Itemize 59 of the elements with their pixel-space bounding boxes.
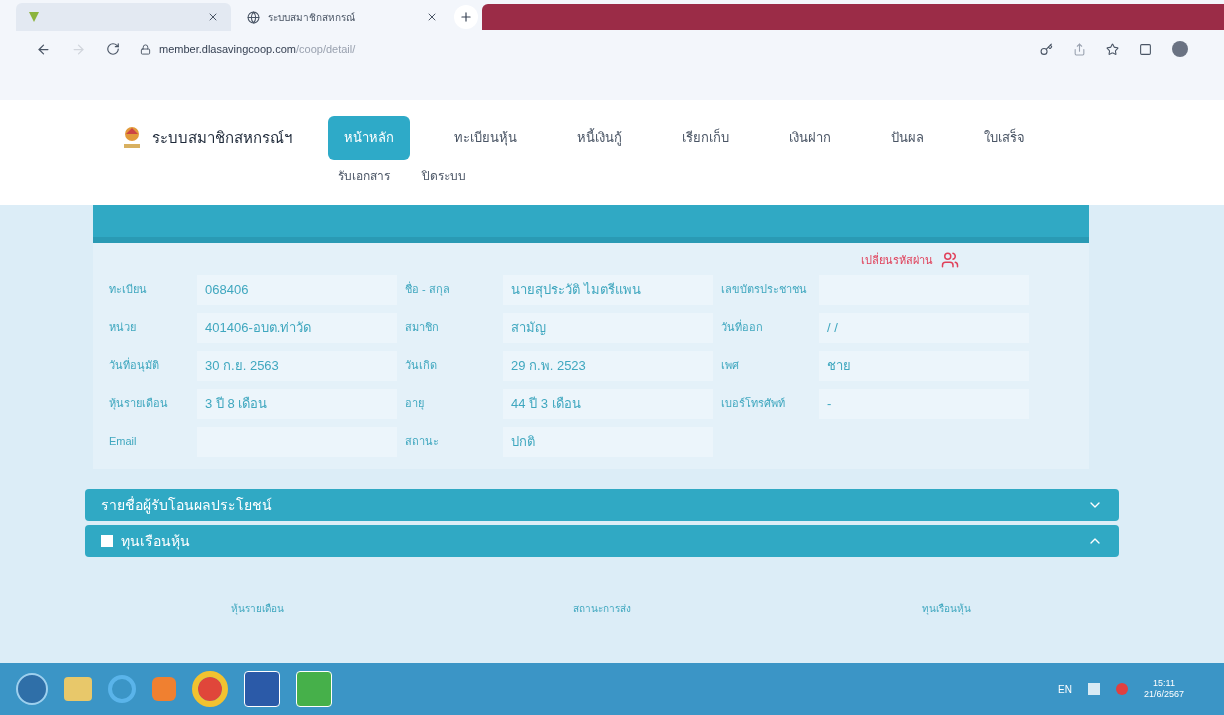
share-icon[interactable]	[1073, 42, 1086, 56]
clock-date: 21/6/2567	[1143, 689, 1184, 701]
field-label: ชื่อ - สกุล	[405, 283, 451, 297]
field-value: 3 ปี 8 เดือน	[197, 389, 397, 419]
field-label: สมาชิก	[405, 321, 440, 335]
field-value: 068406	[197, 275, 397, 305]
column-header: หุ้นรายเดือน	[229, 602, 285, 616]
nav-link[interactable]: หนี้เงินกู้	[561, 116, 638, 160]
field-label: หุ้นรายเดือน	[109, 397, 169, 411]
site-title: ระบบสมาชิกสหกรณ์ฯ	[152, 127, 292, 148]
reload-icon[interactable]	[106, 42, 120, 56]
field-value: 401406-อบต.ท่าวัด	[197, 313, 397, 343]
field-label: หน่วย	[109, 321, 137, 335]
field-value: / /	[819, 313, 1029, 343]
address-bar[interactable]: member.dlasavingcoop.com/coop/detail/	[140, 40, 356, 58]
close-icon[interactable]	[207, 11, 219, 23]
field-value: ปกติ	[503, 427, 713, 457]
field-value: 29 ก.พ. 2523	[503, 351, 713, 381]
back-icon[interactable]	[36, 41, 51, 57]
nav-link[interactable]: ทะเบียนหุ้น	[438, 116, 533, 160]
field-value: สามัญ	[503, 313, 713, 343]
nav-link[interactable]: ใบเสร็จ	[968, 116, 1041, 160]
field-value: ชาย	[819, 351, 1029, 381]
field-label: อายุ	[405, 397, 425, 411]
nav-link[interactable]: ปันผล	[875, 116, 940, 160]
tab-title: ระบบสมาชิกสหกรณ์	[268, 10, 355, 25]
triangle-icon	[28, 11, 40, 23]
column-header: ทุนเรือนหุ้น	[921, 602, 973, 616]
browser-tab[interactable]: ระบบสมาชิกสหกรณ์	[235, 3, 450, 31]
clock-time: 15:11	[1153, 677, 1175, 689]
change-password-link[interactable]: เปลี่ยนรหัสผ่าน	[861, 251, 933, 269]
field-label: เพศ	[721, 359, 740, 373]
start-button[interactable]	[16, 673, 48, 705]
profile-avatar[interactable]	[1172, 41, 1188, 57]
column-header: สถานะการส่ง	[572, 602, 632, 616]
nav-link[interactable]: ปิดระบบ	[414, 164, 474, 188]
field-label: ทะเบียน	[109, 283, 148, 297]
field-value: 44 ปี 3 เดือน	[503, 389, 713, 419]
field-label: วันที่อนุมัติ	[109, 359, 160, 373]
side-panel-icon[interactable]	[1139, 42, 1152, 56]
field-label: Email	[109, 435, 138, 449]
field-value: 30 ก.ย. 2563	[197, 351, 397, 381]
star-icon[interactable]	[1106, 42, 1119, 56]
plus-icon	[459, 10, 473, 24]
square-icon	[101, 535, 113, 547]
new-tab-button[interactable]	[454, 5, 478, 29]
field-label: เบอร์โทรศัพท์	[721, 397, 786, 411]
nav-link[interactable]: รับเอกสาร	[330, 164, 398, 188]
field-value: -	[819, 389, 1029, 419]
users-icon	[941, 251, 959, 269]
nav-link[interactable]: เรียกเก็บ	[666, 116, 745, 160]
nav-link[interactable]: เงินฝาก	[773, 116, 847, 160]
field-label: วันเกิด	[405, 359, 438, 373]
field-value: นายสุประวัติ ไมตรีแพน	[503, 275, 713, 305]
field-label: เลขบัตรประชาชน	[721, 283, 808, 297]
close-icon[interactable]	[426, 11, 438, 23]
key-icon[interactable]	[1040, 42, 1053, 56]
field-label: สถานะ	[405, 435, 440, 449]
field-label: วันที่ออก	[721, 321, 764, 335]
